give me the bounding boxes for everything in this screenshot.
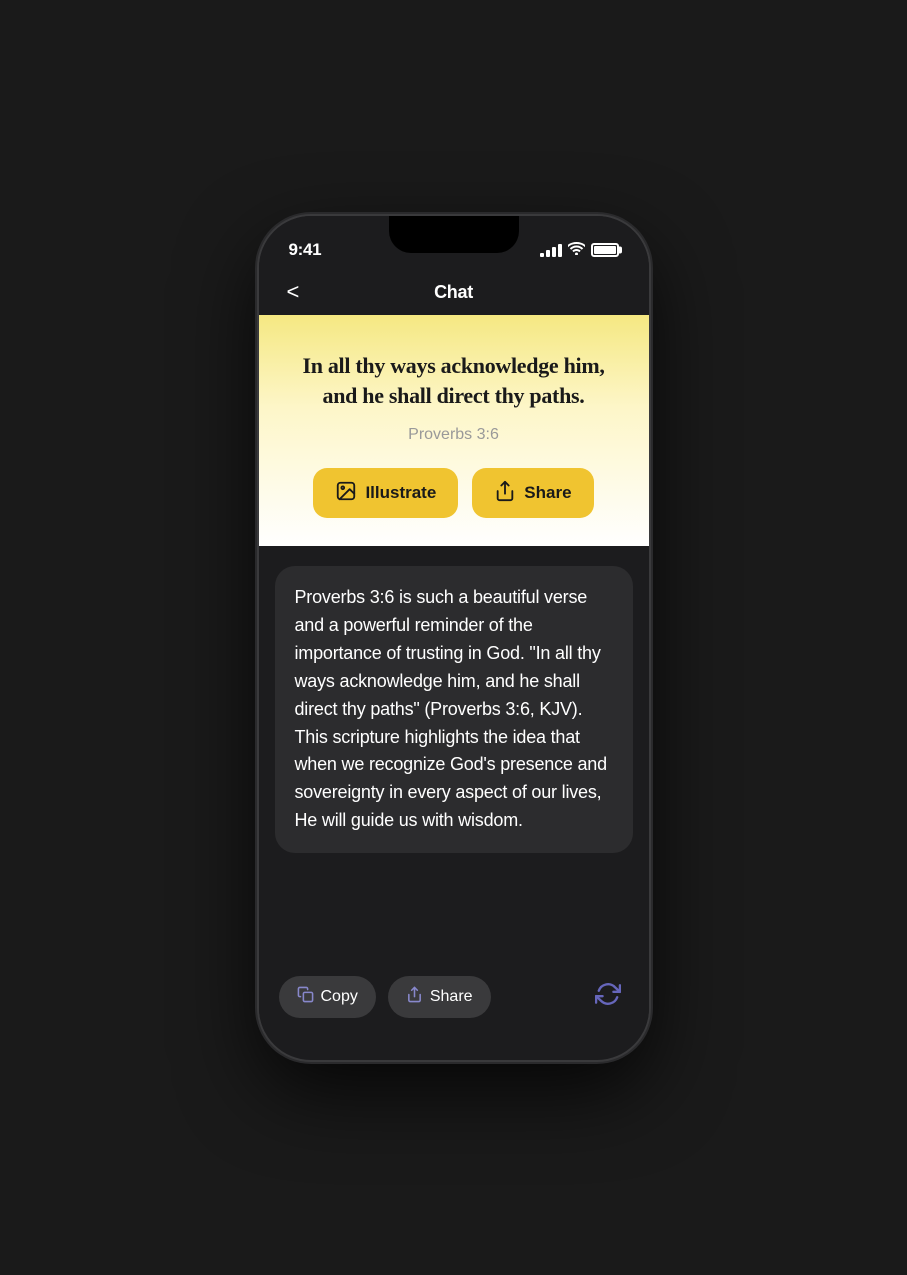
signal-icon: [540, 243, 562, 257]
battery-icon: [591, 243, 619, 257]
copy-label: Copy: [321, 988, 358, 1006]
bottom-actions: Copy Share: [259, 963, 649, 1032]
share-verse-icon: [494, 480, 516, 506]
illustrate-icon: [335, 480, 357, 506]
back-button[interactable]: <: [279, 275, 308, 309]
phone-frame: 9:41 < Chat: [259, 216, 649, 1060]
verse-actions: Illustrate Share: [289, 468, 619, 518]
scroll-content: In all thy ways acknowledge him, and he …: [259, 315, 649, 1051]
verse-reference: Proverbs 3:6: [289, 426, 619, 444]
status-time: 9:41: [289, 240, 322, 260]
copy-icon: [297, 986, 314, 1008]
share-label: Share: [430, 988, 473, 1006]
verse-card: In all thy ways acknowledge him, and he …: [259, 315, 649, 547]
chat-bubble-text: Proverbs 3:6 is such a beautiful verse a…: [295, 584, 613, 835]
illustrate-label: Illustrate: [365, 483, 436, 503]
share-button[interactable]: Share: [388, 976, 491, 1018]
share-icon: [406, 986, 423, 1008]
notch: [389, 216, 519, 253]
chat-area: Proverbs 3:6 is such a beautiful verse a…: [259, 546, 649, 969]
copy-button[interactable]: Copy: [279, 976, 376, 1018]
nav-header: < Chat: [259, 270, 649, 315]
share-verse-label: Share: [524, 483, 571, 503]
illustrate-button[interactable]: Illustrate: [313, 468, 458, 518]
wifi-icon: [568, 242, 585, 258]
page-title: Chat: [434, 282, 473, 303]
chat-bubble: Proverbs 3:6 is such a beautiful verse a…: [275, 566, 633, 853]
verse-text: In all thy ways acknowledge him, and he …: [289, 351, 619, 413]
refresh-button[interactable]: [587, 973, 629, 1022]
status-icons: [540, 242, 619, 258]
share-verse-button[interactable]: Share: [472, 468, 593, 518]
